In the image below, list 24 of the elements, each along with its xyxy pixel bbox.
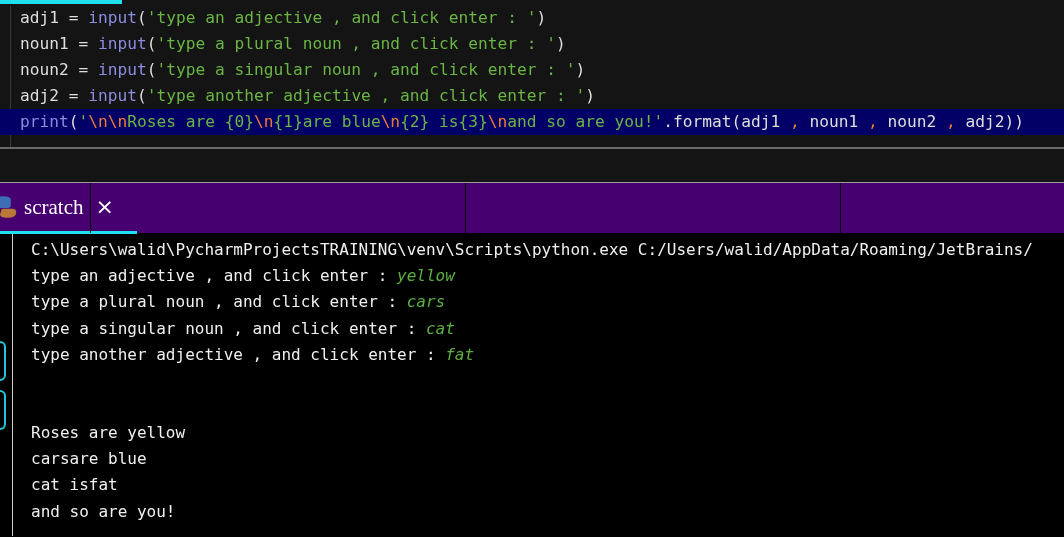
console-line: C:\Users\walid\PycharmProjectsTRAINING\venv\Scripts\python.exe C:/Users/walid/AppData/Roaming/JetBrains/ xyxy=(31,239,1033,261)
console-line: carsare blue xyxy=(31,448,148,471)
input-text: cars xyxy=(406,292,446,312)
python-icon xyxy=(0,195,18,219)
panel-splitter[interactable] xyxy=(0,149,1064,183)
gutter-button[interactable] xyxy=(0,390,6,430)
console-prompt: type a singular noun , and click enter : xyxy=(31,318,418,338)
code-line: adj2 = input('type another adjective , and click enter : ') xyxy=(19,85,597,107)
code-line: adj1 = input('type an adjective , and click enter : ') xyxy=(19,7,548,29)
console-line: cat isfat xyxy=(31,474,119,497)
input-text: cat xyxy=(425,318,455,338)
console-prompt: type a plural noun , and click enter : xyxy=(31,292,399,312)
console-prompt: type another adjective , and click enter : xyxy=(31,344,437,364)
input-text: yellow xyxy=(397,266,455,286)
input-text: fat xyxy=(445,344,475,364)
run-tab[interactable]: scratch × xyxy=(0,183,137,234)
console-line: Roses are yellow xyxy=(31,421,187,444)
code-line: noun2 = input('type a singular noun , and click enter : ') xyxy=(19,59,587,81)
close-button[interactable]: × xyxy=(95,196,114,218)
code-editor[interactable] xyxy=(0,0,1064,149)
gutter-button[interactable] xyxy=(0,341,6,381)
console-prompt: type an adjective , and click enter : xyxy=(31,266,389,286)
console-line: and so are you! xyxy=(31,500,177,523)
code-line: noun1 = input('type a plural noun , and click enter : ') xyxy=(19,33,567,55)
